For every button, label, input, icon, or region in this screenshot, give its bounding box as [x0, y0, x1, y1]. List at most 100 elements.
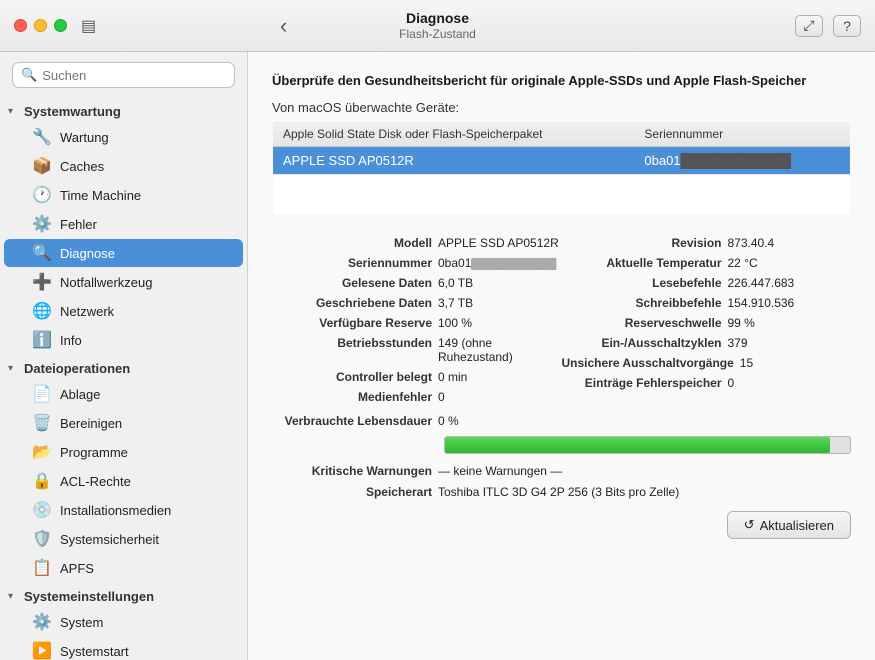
detail-row-einausschalt: Ein-/Ausschaltzyklen 379: [562, 333, 852, 353]
detail-row-unsicher: Unsichere Ausschaltvorgänge 15: [562, 353, 852, 373]
detail-label-reserveschwelle: Reserveschwelle: [562, 316, 722, 330]
detail-value-lebensdauer: 0 %: [438, 414, 459, 428]
minimize-button[interactable]: [34, 19, 47, 32]
detail-label-medienfehler: Medienfehler: [272, 390, 432, 404]
sidebar-item-installationsmedien[interactable]: 💿 Installationsmedien: [4, 496, 243, 524]
table-header-serial: Seriennummer: [634, 122, 850, 147]
close-button[interactable]: [14, 19, 27, 32]
search-icon: 🔍: [21, 67, 37, 83]
detail-row-betriebsstunden: Betriebsstunden 149 (ohne Ruhezustand): [272, 333, 562, 367]
detail-row-geschrieben: Geschriebene Daten 3,7 TB: [272, 293, 562, 313]
sidebar-item-apfs[interactable]: 📋 APFS: [4, 554, 243, 582]
sidebar-item-diagnose[interactable]: 🔍 Diagnose: [4, 239, 243, 267]
sidebar-item-systemsicherheit[interactable]: 🛡️ Systemsicherheit: [4, 525, 243, 553]
detail-value-gelesen: 6,0 TB: [438, 276, 473, 290]
refresh-icon: ↺: [744, 517, 755, 533]
search-input[interactable]: [42, 68, 226, 83]
systemstart-icon: ▶️: [32, 641, 52, 660]
sidebar-item-bereinigen[interactable]: 🗑️ Bereinigen: [4, 409, 243, 437]
section-header-systemwartung[interactable]: ▾ Systemwartung: [0, 98, 247, 122]
sidebar-item-label: Wartung: [60, 130, 109, 145]
sidebar-item-label: Systemsicherheit: [60, 532, 159, 547]
sidebar-item-acl-rechte[interactable]: 🔒 ACL-Rechte: [4, 467, 243, 495]
section-header-dateioperationen[interactable]: ▾ Dateioperationen: [0, 355, 247, 379]
aktualisieren-button[interactable]: ↺ Aktualisieren: [727, 511, 851, 539]
devices-label: Von macOS überwachte Geräte:: [272, 100, 851, 115]
ablage-icon: 📄: [32, 384, 52, 404]
sidebar-item-system[interactable]: ⚙️ System: [4, 608, 243, 636]
detail-value-geschrieben: 3,7 TB: [438, 296, 473, 310]
sidebar-item-label: Installationsmedien: [60, 503, 171, 518]
detail-label-reserve: Verfügbare Reserve: [272, 316, 432, 330]
sidebar-item-programme[interactable]: 📂 Programme: [4, 438, 243, 466]
install-icon: 💿: [32, 500, 52, 520]
help-button[interactable]: ?: [833, 15, 861, 37]
chevron-down-icon: ▾: [8, 591, 20, 602]
detail-label-seriennummer: Seriennummer: [272, 256, 432, 270]
titlebar: ▤ ‹ Diagnose Flash-Zustand ⤢ ?: [0, 0, 875, 52]
sidebar-item-netzwerk[interactable]: 🌐 Netzwerk: [4, 297, 243, 325]
titlebar-center: Diagnose Flash-Zustand: [399, 9, 476, 43]
detail-value-temperatur: 22 °C: [728, 256, 758, 270]
main-layout: 🔍 ▾ Systemwartung 🔧 Wartung 📦 Caches 🕐 T…: [0, 52, 875, 660]
acl-icon: 🔒: [32, 471, 52, 491]
info-row-warnungen: Kritische Warnungen — keine Warnungen —: [272, 462, 851, 480]
maximize-button[interactable]: [54, 19, 67, 32]
device-table: Apple Solid State Disk oder Flash-Speich…: [272, 121, 851, 215]
fullscreen-button[interactable]: ⤢: [795, 15, 823, 37]
section-title-dateioperationen: Dateioperationen: [24, 361, 130, 376]
window-controls: [14, 19, 67, 32]
titlebar-right-controls: ⤢ ?: [795, 15, 861, 37]
sidebar-item-fehler[interactable]: ⚙️ Fehler: [4, 210, 243, 238]
section-title: Überprüfe den Gesundheitsbericht für ori…: [272, 72, 851, 90]
sidebar-item-wartung[interactable]: 🔧 Wartung: [4, 123, 243, 151]
detail-value-reserve: 100 %: [438, 316, 472, 330]
lifespan-progress-track: [444, 436, 851, 454]
sidebar-item-label: Fehler: [60, 217, 97, 232]
detail-row-reserveschwelle: Reserveschwelle 99 %: [562, 313, 852, 333]
sidebar-item-label: APFS: [60, 561, 94, 576]
detail-label-controller: Controller belegt: [272, 370, 432, 384]
detail-value-lesebefehle: 226.447.683: [728, 276, 795, 290]
sidebar-item-label: Bereinigen: [60, 416, 122, 431]
caches-icon: 📦: [32, 156, 52, 176]
detail-value-controller: 0 min: [438, 370, 467, 384]
sidebar-item-label: Caches: [60, 159, 104, 174]
detail-label-schreibbefehle: Schreibbefehle: [562, 296, 722, 310]
sidebar-item-info[interactable]: ℹ️ Info: [4, 326, 243, 354]
chevron-down-icon: ▾: [8, 106, 20, 117]
sidebar-item-label: Info: [60, 333, 82, 348]
detail-row-reserve: Verfügbare Reserve 100 %: [272, 313, 562, 333]
detail-row-gelesen: Gelesene Daten 6,0 TB: [272, 273, 562, 293]
sidebar-item-systemstart[interactable]: ▶️ Systemstart: [4, 637, 243, 660]
detail-row-fehlereintraege: Einträge Fehlerspeicher 0: [562, 373, 852, 393]
sidebar-item-time-machine[interactable]: 🕐 Time Machine: [4, 181, 243, 209]
detail-label-geschrieben: Geschriebene Daten: [272, 296, 432, 310]
table-row[interactable]: APPLE SSD AP0512R 0ba01████████████: [273, 147, 851, 175]
detail-label-temperatur: Aktuelle Temperatur: [562, 256, 722, 270]
device-name-cell: APPLE SSD AP0512R: [273, 147, 635, 175]
programme-icon: 📂: [32, 442, 52, 462]
section-header-systemeinstellungen[interactable]: ▾ Systemeinstellungen: [0, 583, 247, 607]
detail-label-revision: Revision: [562, 236, 722, 250]
detail-row-seriennummer: Seriennummer 0ba01████████████: [272, 253, 562, 273]
time-machine-icon: 🕐: [32, 185, 52, 205]
detail-label-lebensdauer: Verbrauchte Lebensdauer: [272, 414, 432, 428]
sidebar-item-notfallwerkzeug[interactable]: ➕ Notfallwerkzeug: [4, 268, 243, 296]
detail-value-einausschalt: 379: [728, 336, 748, 350]
sidebar-item-caches[interactable]: 📦 Caches: [4, 152, 243, 180]
detail-row-revision: Revision 873.40.4: [562, 233, 852, 253]
diagnose-icon: 🔍: [32, 243, 52, 263]
back-button[interactable]: ‹: [280, 13, 287, 39]
detail-row-schreibbefehle: Schreibbefehle 154.910.536: [562, 293, 852, 313]
detail-label-modell: Modell: [272, 236, 432, 250]
detail-value-reserveschwelle: 99 %: [728, 316, 755, 330]
detail-row-modell: Modell APPLE SSD AP0512R: [272, 233, 562, 253]
search-wrap[interactable]: 🔍: [12, 62, 235, 88]
detail-value-medienfehler: 0: [438, 390, 445, 404]
sidebar-item-ablage[interactable]: 📄 Ablage: [4, 380, 243, 408]
sidebar-toggle-button[interactable]: ▤: [81, 16, 96, 36]
detail-value-seriennummer: 0ba01████████████: [438, 256, 556, 270]
wartung-icon: 🔧: [32, 127, 52, 147]
notfall-icon: ➕: [32, 272, 52, 292]
